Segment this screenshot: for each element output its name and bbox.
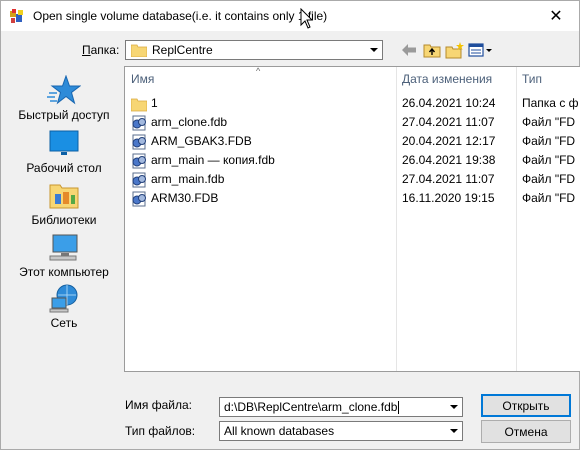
file-date: 16.11.2020 19:15: [402, 191, 495, 205]
place-label: Этот компьютер: [19, 265, 109, 279]
close-button[interactable]: ✕: [533, 1, 579, 31]
places-bar: Быстрый доступ Рабочий стол Библиотеки Э…: [9, 67, 119, 333]
file-row[interactable]: ARM_GBAK3.FDB 20.04.2021 12:17 Файл "FD: [125, 132, 580, 151]
filetype-dropdown[interactable]: All known databases: [219, 421, 463, 441]
file-name: arm_clone.fdb: [151, 115, 228, 129]
place-desktop[interactable]: Рабочий стол: [9, 128, 119, 180]
file-type: Файл "FD: [522, 191, 576, 205]
network-icon: [49, 284, 78, 313]
lookin-value: ReplCentre: [152, 43, 213, 57]
new-folder-button[interactable]: [444, 40, 466, 60]
database-file-icon: [132, 191, 146, 207]
file-name: ARM30.FDB: [151, 191, 219, 205]
filename-label: Имя файла:: [125, 398, 192, 412]
file-row[interactable]: arm_main.fdb 27.04.2021 11:07 Файл "FD: [125, 170, 580, 189]
file-date: 27.04.2021 11:07: [402, 115, 495, 129]
lookin-label: Папка:: [82, 43, 120, 57]
lookin-dropdown[interactable]: ReplCentre: [125, 40, 383, 60]
database-file-icon: [132, 172, 146, 188]
file-type: Файл "FD: [522, 115, 576, 129]
file-type: Файл "FD: [522, 172, 576, 186]
app-icon: [10, 9, 23, 23]
file-date: 20.04.2021 12:17: [402, 134, 496, 148]
file-list[interactable]: ^ Имя Дата изменения Тип 1 26.04.2021 10…: [124, 66, 580, 372]
file-row[interactable]: 1 26.04.2021 10:24 Папка с ф: [125, 94, 580, 113]
place-label: Сеть: [50, 316, 78, 330]
filename-value: d:\DB\ReplCentre\arm_clone.fdb: [224, 400, 398, 414]
file-name: 1: [151, 96, 158, 110]
file-row[interactable]: arm_main — копия.fdb 26.04.2021 19:38 Фа…: [125, 151, 580, 170]
column-header-date[interactable]: Дата изменения: [396, 67, 516, 91]
back-button[interactable]: [398, 40, 420, 60]
place-this-pc[interactable]: Этот компьютер: [9, 232, 119, 284]
database-file-icon: [132, 134, 146, 150]
close-icon: ✕: [549, 8, 563, 25]
cancel-button[interactable]: Отмена: [481, 420, 571, 443]
file-name: arm_main — копия.fdb: [151, 153, 275, 167]
chevron-down-icon[interactable]: [445, 398, 462, 416]
filetype-value: All known databases: [224, 424, 335, 438]
new-folder-icon: [445, 41, 464, 58]
file-type: Файл "FD: [522, 153, 576, 167]
place-label: Библиотеки: [31, 213, 97, 227]
column-header-name[interactable]: Имя: [125, 67, 396, 91]
database-file-icon: [132, 115, 146, 131]
file-name: arm_main.fdb: [151, 172, 225, 186]
folder-icon: [131, 44, 147, 57]
up-folder-icon: [423, 44, 441, 58]
file-date: 27.04.2021 11:07: [402, 172, 495, 186]
file-row[interactable]: arm_clone.fdb 27.04.2021 11:07 Файл "FD: [125, 113, 580, 132]
computer-icon: [49, 234, 78, 261]
place-quick-access[interactable]: Быстрый доступ: [9, 75, 119, 127]
database-file-icon: [132, 153, 146, 169]
window-title: Open single volume database(i.e. it cont…: [33, 9, 328, 23]
place-network[interactable]: Сеть: [9, 283, 119, 335]
file-row[interactable]: ARM30.FDB 16.11.2020 19:15 Файл "FD: [125, 189, 580, 208]
desktop-icon: [49, 130, 79, 155]
file-date: 26.04.2021 10:24: [402, 96, 496, 110]
back-arrow-icon: [402, 44, 416, 56]
mouse-cursor-icon: [300, 8, 314, 29]
folder-icon: [131, 98, 147, 112]
column-header-type[interactable]: Тип: [516, 67, 580, 91]
file-type: Папка с ф: [522, 96, 579, 110]
open-file-dialog: Open single volume database(i.e. it cont…: [0, 0, 580, 450]
text-caret: [398, 401, 400, 415]
file-type: Файл "FD: [522, 134, 576, 148]
file-date: 26.04.2021 19:38: [402, 153, 496, 167]
place-label: Рабочий стол: [26, 161, 102, 175]
place-libraries[interactable]: Библиотеки: [9, 180, 119, 232]
filename-input[interactable]: d:\DB\ReplCentre\arm_clone.fdb: [219, 397, 463, 417]
view-menu-button[interactable]: [467, 40, 495, 60]
lookin-label-rest: апка:: [90, 43, 120, 57]
title-bar[interactable]: Open single volume database(i.e. it cont…: [1, 1, 579, 31]
chevron-down-icon[interactable]: [365, 41, 382, 59]
place-label: Быстрый доступ: [18, 108, 110, 122]
view-menu-icon: [468, 43, 492, 57]
file-name: ARM_GBAK3.FDB: [151, 134, 252, 148]
up-folder-button[interactable]: [421, 40, 443, 60]
open-button[interactable]: Открыть: [481, 394, 571, 417]
cancel-button-label: Отмена: [504, 424, 548, 439]
open-button-label: Открыть: [502, 398, 550, 413]
filetype-label: Тип файлов:: [125, 424, 196, 438]
chevron-down-icon[interactable]: [445, 422, 462, 440]
libraries-icon: [49, 184, 79, 209]
star-icon: [47, 75, 81, 105]
